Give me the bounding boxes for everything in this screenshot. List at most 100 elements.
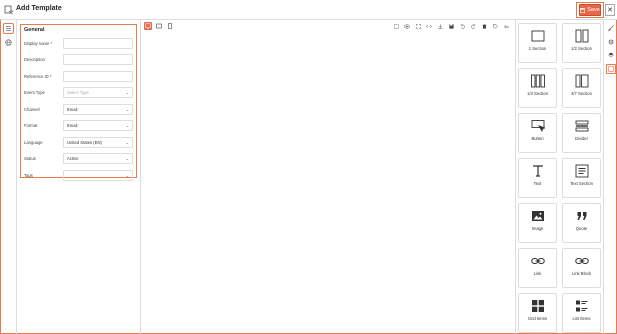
form-row: Tags ⌄ [24,168,133,182]
desktop-icon [145,23,151,29]
field-label: Display name * [24,40,53,46]
block-item[interactable]: Button [518,113,557,153]
section-title: General [24,27,45,33]
field-label: Description [24,57,45,62]
trait-settings-button[interactable] [606,37,616,47]
image-icon [531,209,545,223]
chevron-down-icon: ⌄ [125,139,129,145]
form-row: Channel Email ⌄ [24,102,133,116]
redo-button[interactable] [469,22,477,30]
block-item[interactable]: Link [518,248,557,288]
select-field[interactable]: United States (EN) ⌄ [63,136,133,148]
rail-settings-form-button[interactable] [3,23,14,34]
form-row: Status Active ⌄ [24,152,133,166]
mobile-icon [168,23,172,29]
block-item[interactable]: List Items [562,293,601,333]
select-field[interactable]: Select Type ⌄ [63,87,133,98]
left-rail [0,20,17,334]
close-button[interactable]: ✕ [605,4,615,16]
chevron-down-icon: ⌄ [125,172,129,178]
chevron-down-icon: ⌄ [125,156,129,161]
delete-button[interactable] [480,22,488,30]
block-item[interactable]: Text [518,158,557,198]
style-manager-button[interactable] [606,23,616,33]
blocks-grid-icon [608,66,614,72]
fullscreen-button[interactable] [414,22,422,30]
top-bar: Add Template Save ✕ [0,0,617,20]
save-template-button[interactable] [447,22,455,30]
text-section-icon [575,164,589,178]
chevron-down-icon: ⌄ [125,90,129,95]
field-label: Reference ID * [24,73,52,79]
desktop-view-button[interactable] [144,22,152,30]
block-label: Divider [574,136,589,141]
text-field[interactable] [63,70,133,82]
form-row: Reference ID * [24,69,133,83]
download-icon [438,23,442,29]
floppy-icon [448,23,454,29]
select-field[interactable]: ⌄ [63,169,133,181]
chevron-down-icon: ⌄ [125,106,129,112]
rail-globe-button[interactable] [3,37,14,48]
third-section-icon [530,74,545,88]
undo-icon [460,23,465,29]
layers-icon [608,52,614,57]
field-label: Format [24,123,38,128]
block-item[interactable]: Text Section [562,158,601,198]
text-field[interactable] [63,54,133,65]
globe-icon [5,39,12,46]
save-icon [580,7,586,13]
one-section-icon [531,29,545,43]
block-label: 1 Section [528,46,547,51]
block-label: Image [531,226,544,231]
block-item[interactable]: Link Block [562,248,601,288]
block-label: Text Section [570,181,593,186]
text-field[interactable] [63,37,133,49]
form-row: Language United States (EN) ⌄ [24,135,133,149]
block-item[interactable]: 3/7 Section [562,68,601,108]
save-button[interactable]: Save [579,4,601,16]
layer-manager-button[interactable] [606,50,616,60]
import-button[interactable] [436,22,444,30]
select-field[interactable]: Active ⌄ [63,153,133,164]
link-icon [530,254,545,268]
shortcode-icon: $x [504,23,509,29]
blocks-button[interactable] [606,64,616,74]
shortcode-button[interactable]: $x [502,22,511,30]
select-field[interactable]: Email ⌄ [63,120,133,131]
block-item[interactable]: 1/3 Section [518,68,557,108]
block-item[interactable]: Grid Items [518,293,557,333]
quote-icon [575,209,589,223]
undo-button[interactable] [458,22,466,30]
field-value: Email [67,123,78,128]
field-value: Email [67,106,78,112]
block-label: List Items [572,316,591,321]
select-field[interactable]: Email ⌄ [63,103,133,115]
block-item[interactable]: Divider [562,113,601,153]
block-label: Grid Items [527,316,548,321]
mobile-view-button[interactable] [166,22,174,30]
save-label: Save [587,7,600,13]
block-item[interactable]: Image [518,203,557,243]
preview-button[interactable] [403,22,411,30]
tag-button[interactable] [491,22,499,30]
field-label: Status [24,156,36,161]
trash-icon [482,23,486,29]
divider-icon [575,119,589,133]
chevron-down-icon: ⌄ [125,123,129,128]
block-label: Link Block [571,271,592,276]
code-button[interactable] [425,22,433,30]
block-item[interactable]: 1 Section [518,23,557,63]
field-label: Channel [24,106,40,112]
editor-canvas[interactable]: $x [141,20,515,334]
list-items-icon [575,299,589,313]
button-icon [531,119,545,133]
device-toolbar [144,22,174,30]
tag-icon [492,23,498,29]
block-item[interactable]: 1/2 Section [562,23,601,63]
outline-toggle-button[interactable] [392,22,400,30]
redo-icon [470,23,475,29]
block-label: Link [533,271,542,276]
tablet-view-button[interactable] [155,22,163,30]
block-item[interactable]: Quote [562,203,601,243]
